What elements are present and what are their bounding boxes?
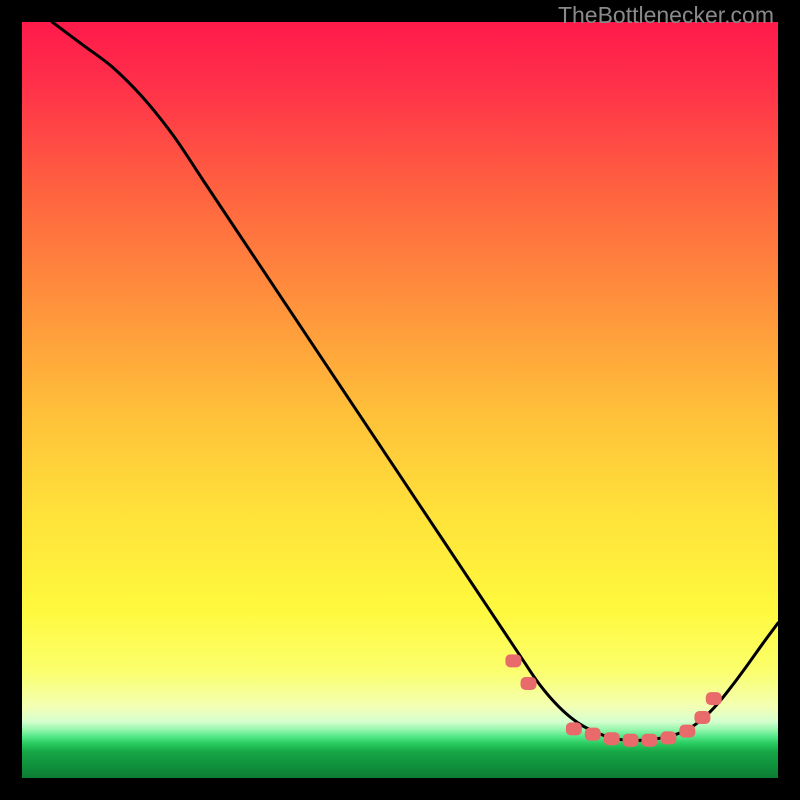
gradient-bg — [22, 22, 778, 778]
curve-marker — [604, 732, 620, 745]
curve-marker — [706, 692, 722, 705]
curve-marker — [623, 734, 639, 747]
curve-marker — [585, 728, 601, 741]
curve-marker — [505, 654, 521, 667]
watermark-text: TheBottlenecker.com — [558, 2, 774, 29]
bottleneck-plot — [22, 22, 778, 778]
curve-marker — [694, 711, 710, 724]
curve-marker — [521, 677, 537, 690]
chart-frame — [22, 22, 778, 778]
curve-marker — [660, 731, 676, 744]
curve-marker — [679, 725, 695, 738]
curve-marker — [566, 722, 582, 735]
curve-marker — [641, 734, 657, 747]
